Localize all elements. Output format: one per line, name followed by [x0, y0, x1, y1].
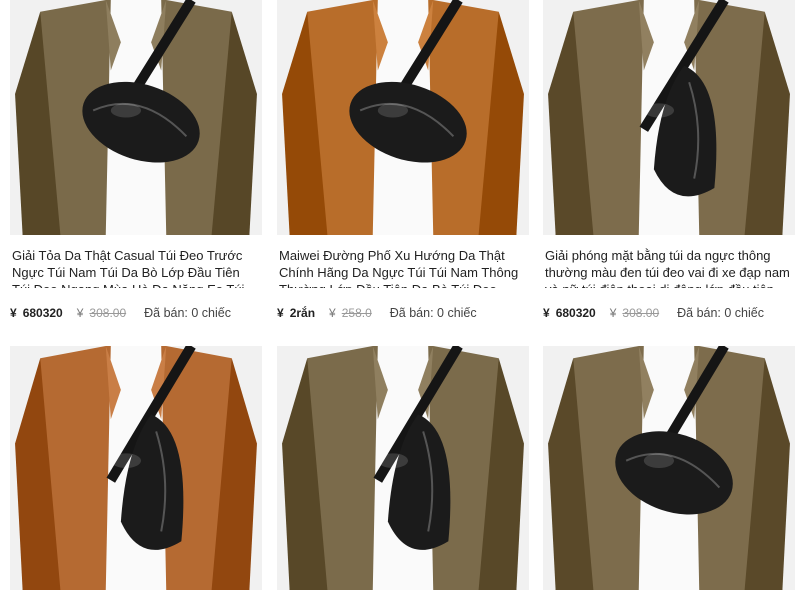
bag-highlight [643, 103, 675, 118]
sold-count: Đã bán: 0 chiếc [677, 306, 764, 320]
product-card[interactable] [543, 346, 795, 590]
old-currency-symbol: ¥ [76, 306, 84, 320]
old-price: 308.00 [622, 306, 660, 320]
product-image[interactable] [10, 346, 262, 590]
bag-highlight [377, 453, 409, 468]
price-row: ¥ 680320 ¥ 308.00 Đã bán: 0 chiếc [543, 306, 793, 320]
product-title[interactable]: Giải Tỏa Da Thật Casual Túi Đeo Trước Ng… [12, 247, 258, 288]
currency-symbol: ¥ [10, 306, 17, 320]
product-image[interactable] [10, 0, 262, 235]
product-card[interactable]: Giải phóng mặt bằng túi da ngực thông th… [543, 0, 795, 330]
bag-highlight [643, 453, 675, 468]
product-title[interactable]: Maiwei Đường Phố Xu Hướng Da Thật Chính … [279, 247, 519, 288]
product-grid: Giải Tỏa Da Thật Casual Túi Đeo Trước Ng… [0, 0, 800, 590]
price: 680320 [555, 306, 596, 320]
product-card[interactable] [277, 346, 529, 590]
old-currency-symbol: ¥ [329, 306, 336, 320]
old-price: 258.0 [341, 306, 372, 320]
sold-count: Đã bán: 0 chiếc [389, 306, 477, 320]
product-card[interactable] [10, 346, 262, 590]
price: 2rắn [289, 306, 316, 320]
product-card[interactable]: Maiwei Đường Phố Xu Hướng Da Thật Chính … [277, 0, 529, 330]
bag-highlight [110, 453, 142, 468]
price-row: ¥ 680320 ¥ 308.00 Đã bán: 0 chiếc [10, 306, 260, 320]
product-card[interactable]: Giải Tỏa Da Thật Casual Túi Đeo Trước Ng… [10, 0, 262, 330]
currency-symbol: ¥ [277, 306, 284, 320]
bag-highlight [110, 103, 142, 118]
product-image[interactable] [277, 0, 529, 235]
product-image[interactable] [277, 346, 529, 590]
price-row: ¥ 2rắn ¥ 258.0 Đã bán: 0 chiếc [277, 306, 527, 320]
sold-count: Đã bán: 0 chiếc [144, 306, 231, 320]
product-image[interactable] [543, 0, 795, 235]
currency-symbol: ¥ [543, 306, 550, 320]
product-title[interactable]: Giải phóng mặt bằng túi da ngực thông th… [545, 247, 791, 288]
old-currency-symbol: ¥ [609, 306, 617, 320]
bag-highlight [377, 103, 409, 118]
product-image[interactable] [543, 346, 795, 590]
old-price: 308.00 [89, 306, 127, 320]
price: 680320 [22, 306, 63, 320]
